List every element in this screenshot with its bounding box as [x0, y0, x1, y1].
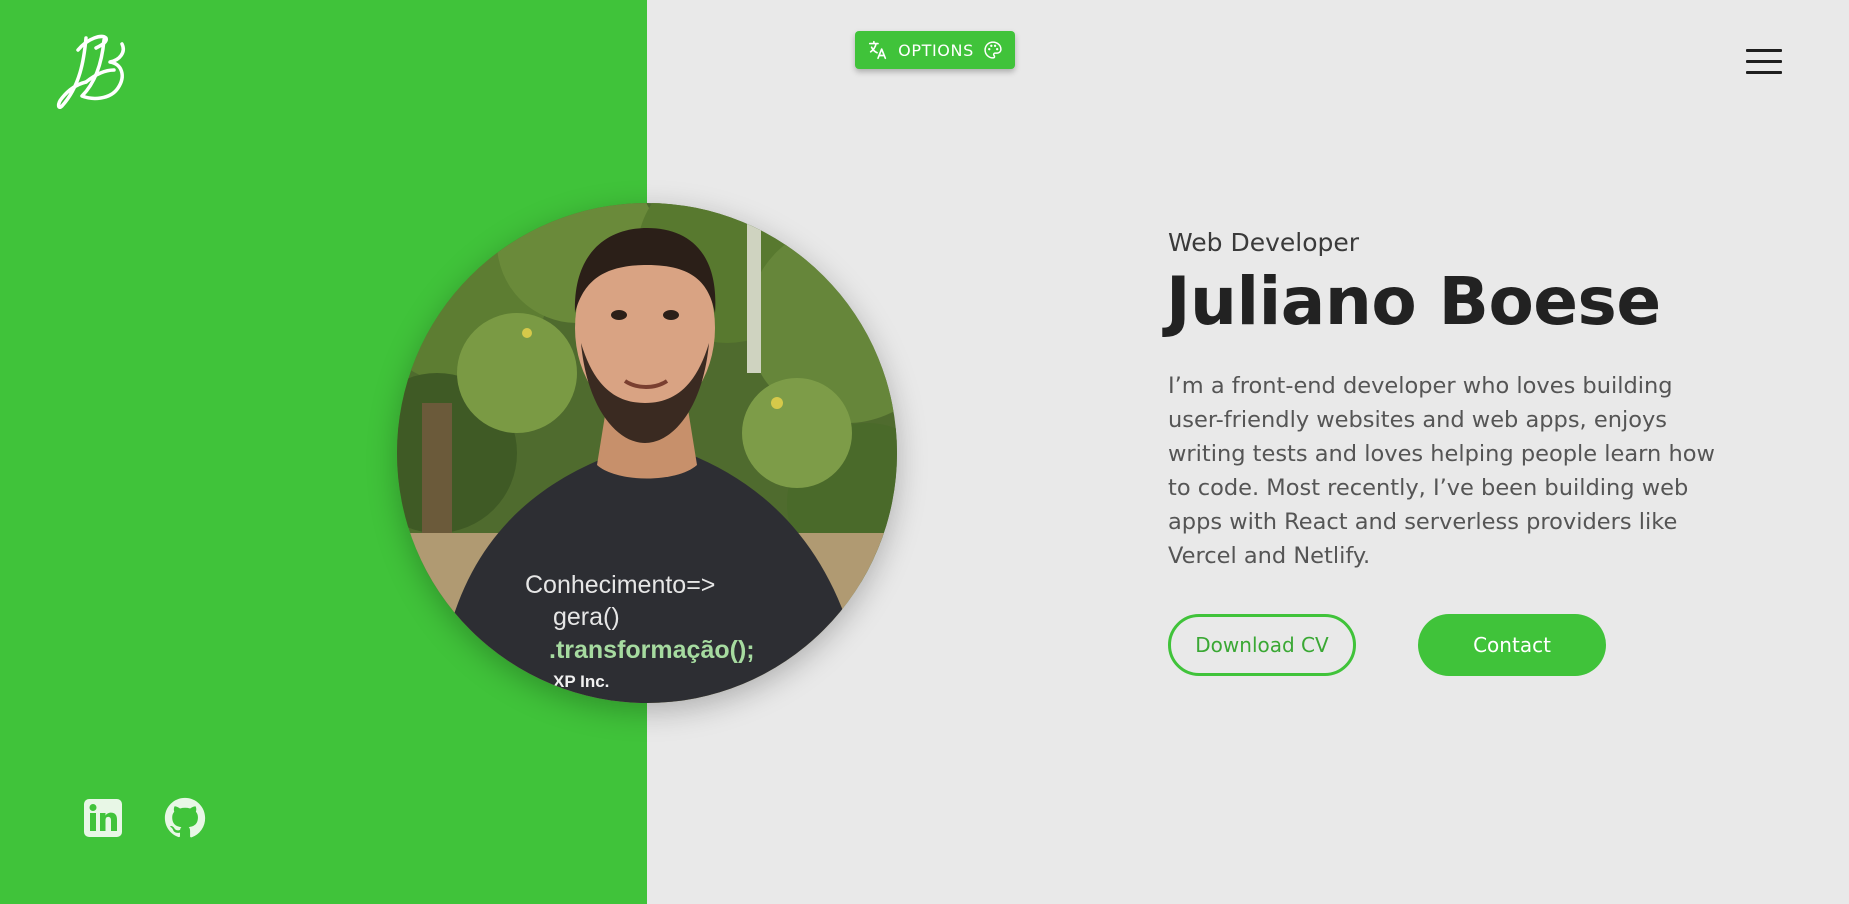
bio-paragraph: I’m a front-end developer who loves buil…	[1168, 373, 1715, 569]
options-button[interactable]: OPTIONS	[855, 31, 1015, 69]
profile-photo: Conhecimento=> gera() .transformação(); …	[397, 203, 897, 703]
contact-button[interactable]: Contact	[1418, 614, 1606, 676]
menu-bar	[1746, 60, 1782, 63]
hamburger-menu-icon[interactable]	[1744, 47, 1784, 79]
translate-icon	[869, 40, 887, 60]
shirt-text-line: XP Inc.	[553, 672, 609, 691]
options-label: OPTIONS	[898, 40, 974, 60]
job-title: Web Developer	[1168, 228, 1360, 257]
menu-bar	[1746, 49, 1782, 52]
download-cv-button[interactable]: Download CV	[1168, 614, 1356, 676]
menu-bar	[1746, 71, 1782, 74]
signature-logo-icon[interactable]	[56, 30, 136, 112]
palette-icon	[984, 41, 1002, 59]
shirt-text-line: gera()	[553, 603, 620, 631]
linkedin-icon[interactable]	[82, 797, 124, 839]
github-icon[interactable]	[164, 797, 206, 839]
shirt-text-line: .transformação();	[549, 636, 755, 664]
shirt-text-line: Conhecimento=>	[525, 571, 715, 599]
person-name: Juliano Boese	[1166, 263, 1661, 340]
